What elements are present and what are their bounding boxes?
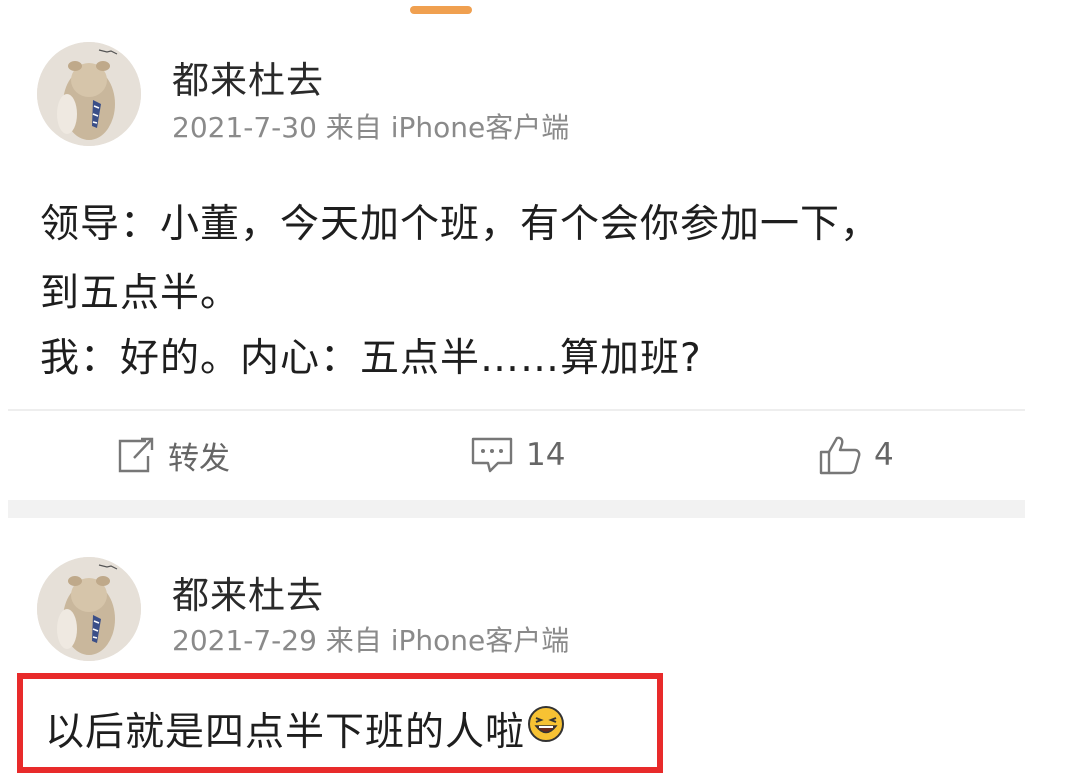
post-text-line: 领导：小董，今天加个班，有个会你参加一下， <box>40 202 881 247</box>
comment-icon <box>471 437 513 473</box>
repost-button[interactable]: 转发 <box>116 433 230 477</box>
post-text: 以后就是四点半下班的人啦 <box>45 701 565 757</box>
divider <box>8 409 1025 411</box>
avatar[interactable] <box>37 557 141 661</box>
post-meta: 2021-7-29 来自 iPhone客户端 <box>172 624 570 657</box>
post-text-line: 我：好的。内心：五点半……算加班? <box>40 336 702 381</box>
post-text-content: 以后就是四点半下班的人啦 <box>45 710 526 755</box>
repost-label: 转发 <box>168 440 230 477</box>
section-separator <box>8 500 1025 518</box>
comment-count: 14 <box>526 437 566 473</box>
like-count: 4 <box>874 437 894 473</box>
avatar[interactable] <box>37 42 141 146</box>
thumbs-up-icon <box>819 436 861 475</box>
repost-icon <box>118 437 154 473</box>
highlight-box: 以后就是四点半下班的人啦 <box>17 673 663 773</box>
post-card: 都来杜去 2021-7-30 来自 iPhone客户端 领导：小董，今天加个班，… <box>0 0 1025 500</box>
username[interactable]: 都来杜去 <box>172 565 324 619</box>
like-button[interactable]: 4 <box>818 433 894 477</box>
post-text-line: 到五点半。 <box>40 271 241 316</box>
laughing-emoji-icon <box>527 705 565 753</box>
post-meta: 2021-7-30 来自 iPhone客户端 <box>172 111 570 144</box>
comment-button[interactable]: 14 <box>470 433 565 477</box>
username[interactable]: 都来杜去 <box>172 50 324 104</box>
post-card: 都来杜去 2021-7-29 来自 iPhone客户端 以后就是四点半下班的人啦 <box>0 518 1025 778</box>
